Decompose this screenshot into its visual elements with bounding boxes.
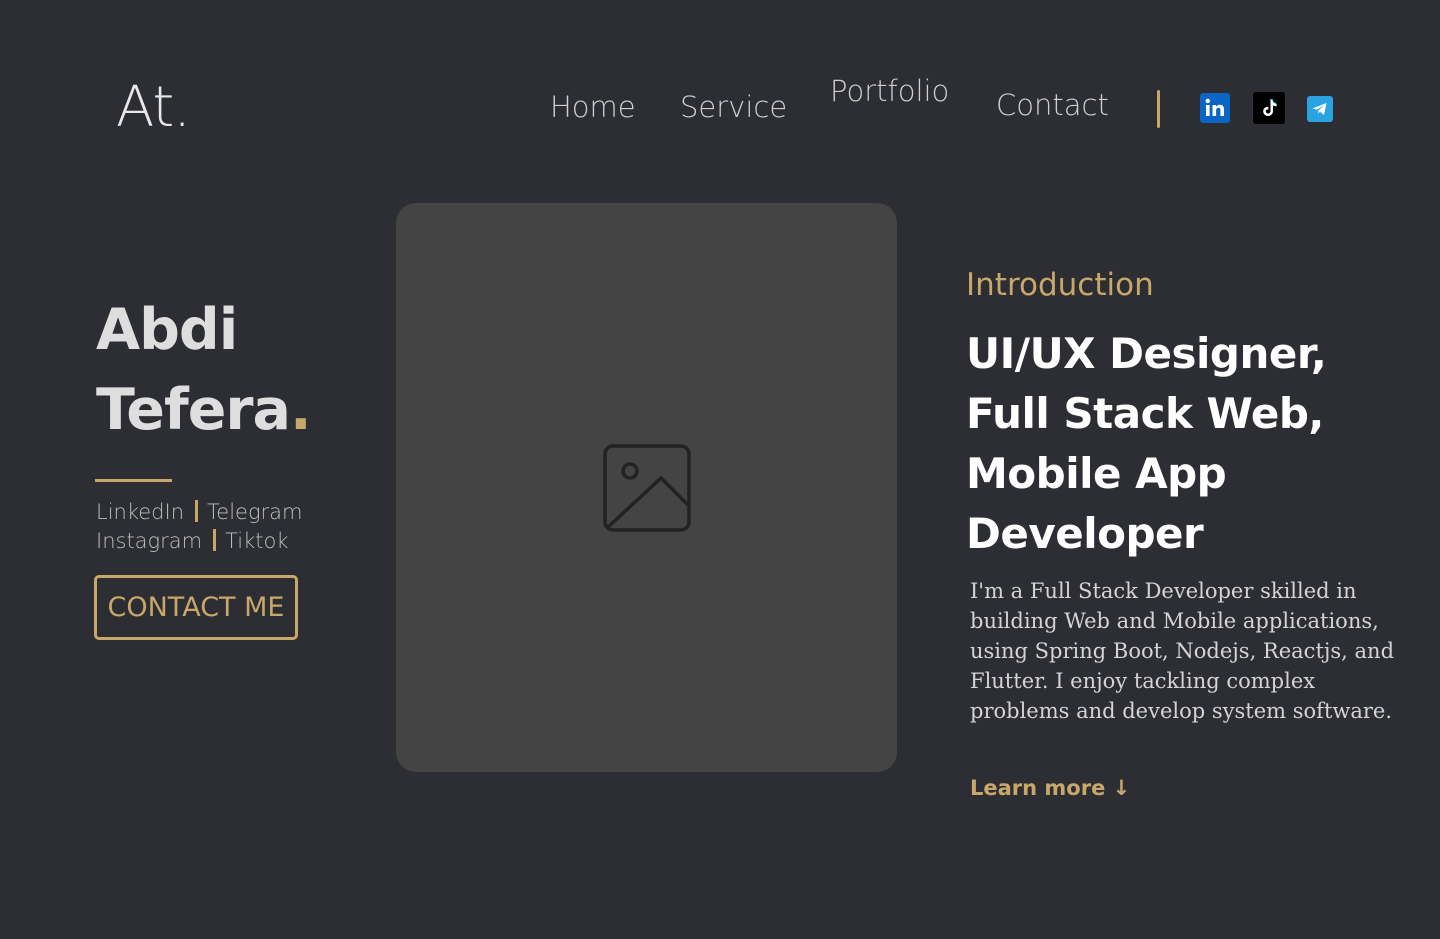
role-headline: UI/UX Designer, Full Stack Web, Mobile A… <box>966 324 1406 564</box>
link-tiktok[interactable]: Tiktok <box>225 529 288 553</box>
headline-line: Full Stack Web, <box>966 389 1324 438</box>
contact-me-button[interactable]: CONTACT ME <box>94 575 298 640</box>
telegram-icon[interactable] <box>1307 96 1333 122</box>
profile-image-placeholder <box>396 203 897 772</box>
nav-portfolio[interactable]: Portfolio <box>830 74 949 108</box>
name-dot: . <box>290 377 312 443</box>
link-telegram[interactable]: Telegram <box>207 500 303 524</box>
accent-divider <box>95 479 172 482</box>
name-last: Tefera <box>96 377 291 443</box>
link-separator <box>195 500 199 522</box>
person-name: Abdi Tefera. <box>96 290 312 450</box>
portfolio-page: At. Home Service Portfolio Contact Abdi … <box>0 0 1440 939</box>
link-separator <box>213 529 217 551</box>
nav-home[interactable]: Home <box>550 90 636 124</box>
headline-line: Mobile App <box>966 449 1227 498</box>
bio-text: I'm a Full Stack Developer skilled in bu… <box>970 579 1395 723</box>
link-linkedin[interactable]: LinkedIn <box>96 500 184 524</box>
social-links-row-1: LinkedIn Telegram <box>96 498 303 526</box>
headline-line: UI/UX Designer, <box>966 329 1327 378</box>
social-links-row-2: Instagram Tiktok <box>96 527 289 555</box>
nav-contact[interactable]: Contact <box>996 88 1109 122</box>
headline-line: Developer <box>966 509 1204 558</box>
tiktok-icon[interactable] <box>1253 92 1285 124</box>
site-logo[interactable]: At. <box>116 76 191 140</box>
nav-service[interactable]: Service <box>680 90 787 124</box>
learn-more-link[interactable]: Learn more ↓ <box>970 774 1130 802</box>
name-first: Abdi <box>96 297 238 363</box>
linkedin-icon[interactable] <box>1200 93 1230 123</box>
image-placeholder-icon <box>602 443 691 532</box>
nav-divider <box>1157 90 1160 128</box>
intro-label: Introduction <box>966 267 1154 303</box>
link-instagram[interactable]: Instagram <box>96 529 202 553</box>
